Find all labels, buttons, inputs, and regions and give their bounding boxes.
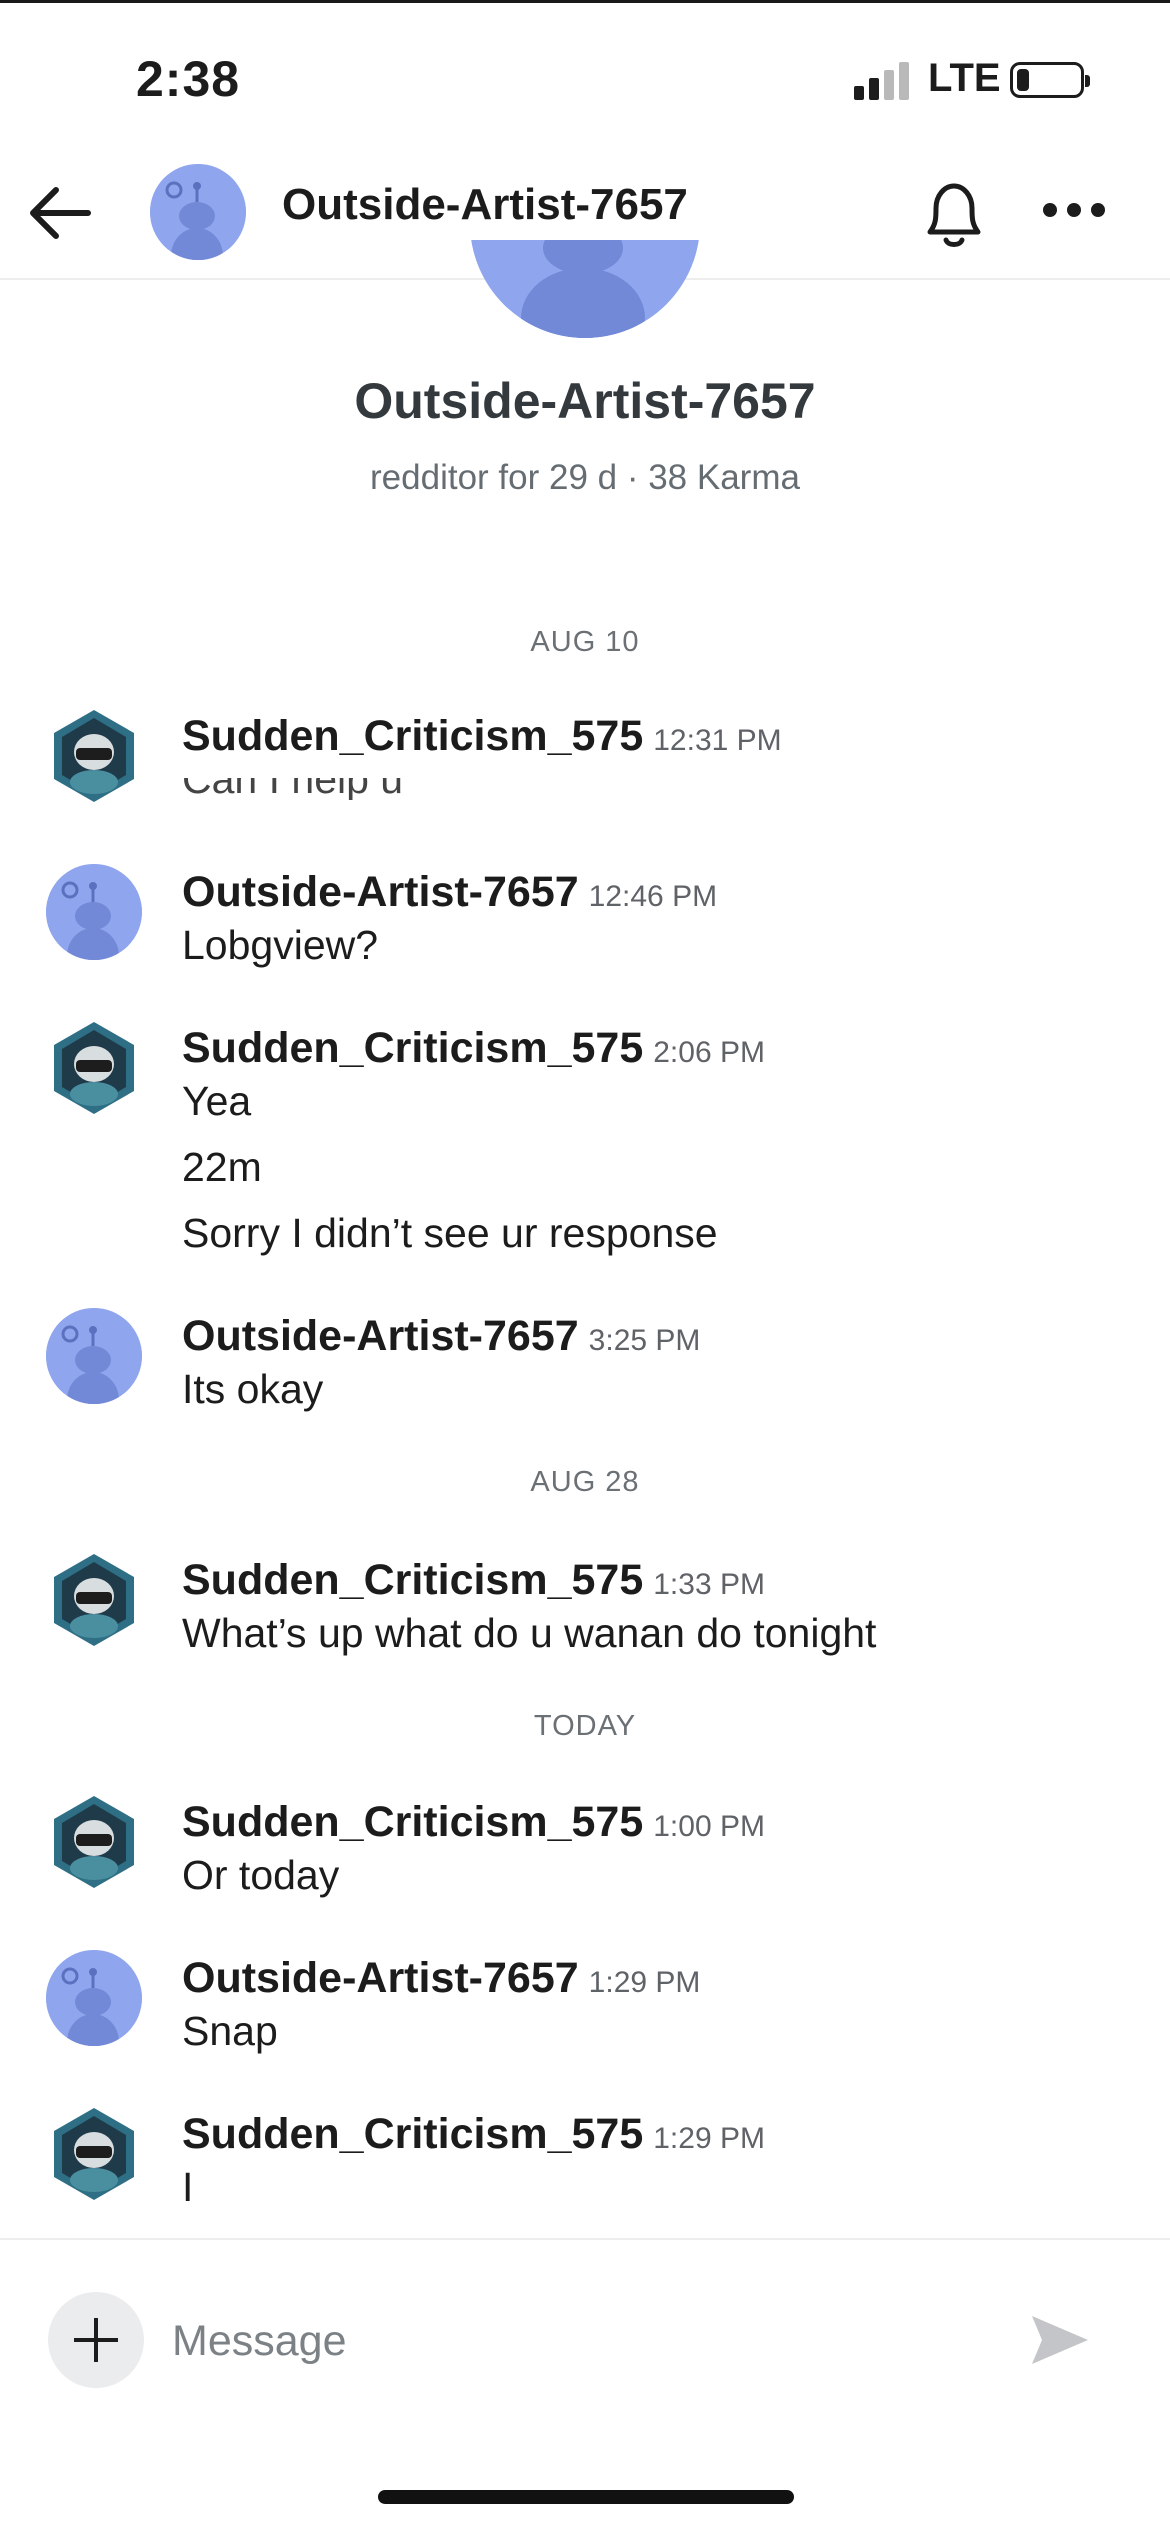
sender-avatar[interactable] xyxy=(46,864,142,984)
message-text: 22m xyxy=(182,1144,262,1190)
sender-avatar[interactable] xyxy=(46,1020,142,1116)
avatar-hex-icon xyxy=(54,1022,134,1114)
message-author[interactable]: Sudden_Criticism_575 2:06 PM xyxy=(182,1024,765,1073)
battery-icon xyxy=(1010,62,1090,98)
network-label: LTE xyxy=(928,56,1001,100)
sender-avatar[interactable] xyxy=(46,1552,142,1648)
bell-icon[interactable] xyxy=(916,174,992,254)
date-separator: TODAY xyxy=(533,1710,637,1742)
message-time: 12:31 PM xyxy=(653,724,782,757)
message-time: 1:33 PM xyxy=(653,1568,765,1601)
status-bar: 2:38 LTE xyxy=(0,0,1170,150)
avatar-hex-icon xyxy=(54,710,134,802)
message-author[interactable]: Sudden_Criticism_575 1:00 PM xyxy=(182,1798,765,1847)
top-border xyxy=(0,0,1170,3)
more-horizontal-icon[interactable] xyxy=(1040,190,1108,230)
profile-avatar[interactable] xyxy=(470,240,700,340)
status-time: 2:38 xyxy=(136,51,241,107)
message-author[interactable]: Sudden_Criticism_575 1:33 PM xyxy=(182,1556,765,1605)
message-input[interactable] xyxy=(170,2300,1004,2382)
add-attachment-button[interactable] xyxy=(48,2292,144,2388)
message-time: 1:29 PM xyxy=(653,2122,765,2155)
back-arrow-icon[interactable] xyxy=(24,176,98,250)
message-group: Sudden_Criticism_57512:31 PM Can I help … xyxy=(0,708,1170,818)
snoo-icon xyxy=(150,164,246,260)
home-indicator xyxy=(378,2490,794,2504)
message-time: 1:29 PM xyxy=(588,1966,701,1999)
message-time: 12:46 PM xyxy=(588,880,718,913)
send-icon[interactable] xyxy=(1028,2310,1092,2370)
message-text: I xyxy=(182,2164,194,2210)
message-author[interactable]: Sudden_Criticism_575 12:31 PM xyxy=(182,712,782,761)
snoo-icon xyxy=(46,1308,142,1428)
header-title: Outside-Artist-7657 xyxy=(282,180,688,229)
message-time: 1:00 PM xyxy=(653,1810,765,1843)
signal-icon xyxy=(854,62,914,100)
sender-avatar[interactable] xyxy=(46,1308,142,1428)
snoo-icon xyxy=(46,864,142,984)
snoo-icon xyxy=(46,1950,142,2070)
snoo-icon xyxy=(471,240,699,338)
message-author[interactable]: Outside-Artist-7657 1:29 PM xyxy=(182,1954,700,2003)
sender-avatar[interactable] xyxy=(46,708,142,804)
profile-name: Outside-Artist-7657 xyxy=(354,373,816,429)
message-text: Can I help u xyxy=(182,778,403,800)
sender-avatar[interactable] xyxy=(46,1794,142,1890)
message-author[interactable]: Outside-Artist-7657 12:46 PM xyxy=(182,868,717,917)
avatar-hex-icon xyxy=(54,1796,134,1888)
message-time: 3:25 PM xyxy=(588,1324,701,1357)
message-group: Sudden_Criticism_575 1:29 PM I xyxy=(0,2106,1170,2236)
message-text: What’s up what do u wanan do tonight xyxy=(182,1610,877,1656)
sender-avatar[interactable] xyxy=(46,2106,142,2202)
message-time: 2:06 PM xyxy=(653,1036,765,1069)
sender-avatar[interactable] xyxy=(46,1950,142,2070)
avatar-hex-icon xyxy=(54,1554,134,1646)
message-text: Snap xyxy=(182,2008,278,2054)
message-text: Yea xyxy=(182,1078,252,1124)
message-composer xyxy=(0,2238,1170,2440)
message-text: Sorry I didn’t see ur response xyxy=(182,1210,718,1256)
message-text: Its okay xyxy=(182,1366,324,1412)
header-avatar[interactable] xyxy=(150,164,246,260)
message-author[interactable]: Sudden_Criticism_575 1:29 PM xyxy=(182,2110,765,2159)
avatar-hex-icon xyxy=(54,2108,134,2200)
message-text: Or today xyxy=(182,1852,340,1898)
date-separator: AUG 10 xyxy=(530,626,640,658)
date-separator: AUG 28 xyxy=(530,1466,640,1498)
profile-meta: redditor for 29 d · 38 Karma xyxy=(370,458,800,497)
message-text: Lobgview? xyxy=(182,922,379,968)
message-author[interactable]: Outside-Artist-7657 3:25 PM xyxy=(182,1312,700,1361)
